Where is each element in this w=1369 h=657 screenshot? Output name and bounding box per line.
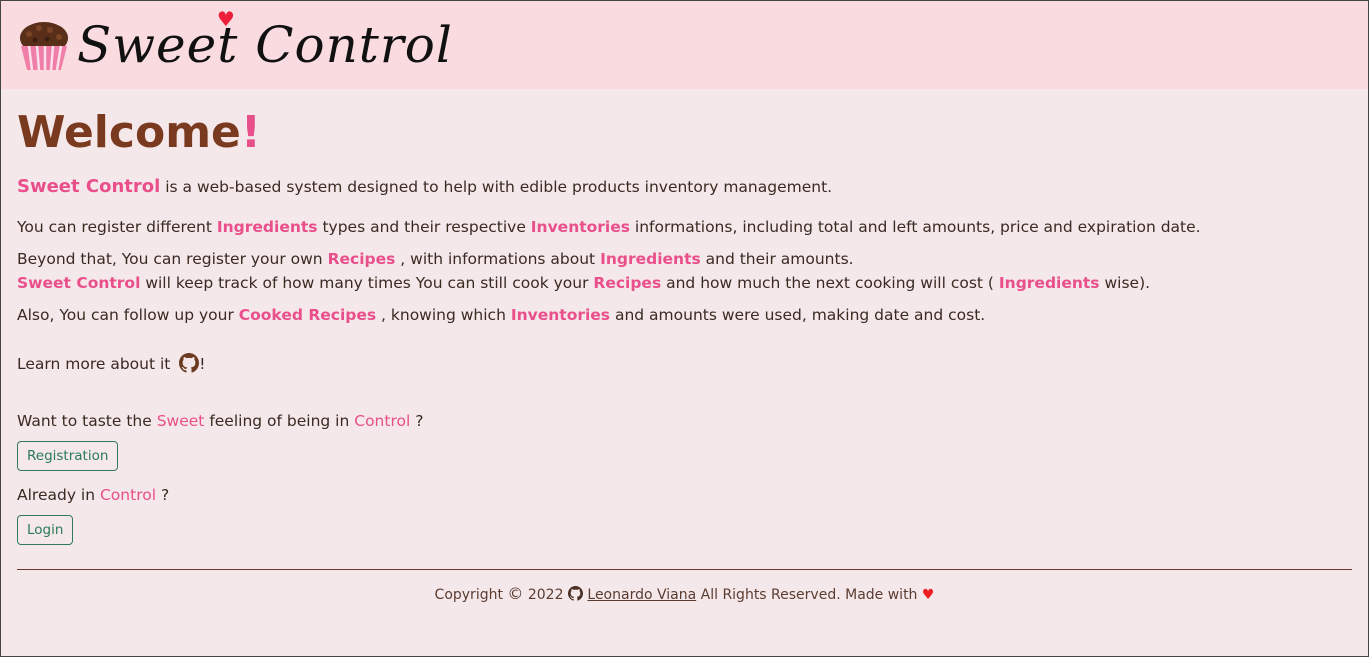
- registration-button[interactable]: Registration: [17, 441, 119, 471]
- login-button[interactable]: Login: [17, 515, 74, 545]
- page-title: Welcome!: [17, 107, 261, 158]
- author-link[interactable]: Leonardo Viana: [587, 587, 696, 603]
- logo[interactable]: Sweet Control ♥: [17, 7, 471, 74]
- brand-name: Sweet Control: [17, 176, 161, 197]
- taste-prompt: Want to taste the Sweet feeling of being…: [17, 412, 424, 430]
- cupcake-icon: [20, 22, 68, 71]
- ingredients-paragraph: You can register different Ingredients t…: [17, 218, 1201, 236]
- logo-heart-icon: ♥: [216, 7, 235, 31]
- logo-text: Sweet Control: [77, 16, 453, 74]
- recipes-paragraph: Beyond that, You can register your own R…: [17, 250, 1151, 292]
- learn-more: Learn more about it !: [17, 353, 206, 373]
- cooked-recipes-paragraph: Also, You can follow up your Cooked Reci…: [17, 306, 986, 324]
- top-bar: Sweet Control ♥: [1, 1, 1368, 89]
- copyright-icon: ©: [507, 584, 524, 603]
- github-icon[interactable]: [179, 353, 200, 373]
- github-icon: [567, 586, 583, 601]
- already-prompt: Already in Control ?: [17, 486, 170, 504]
- intro-paragraph: Sweet Control is a web-based system desi…: [17, 176, 833, 197]
- footer-divider: [17, 569, 1352, 570]
- footer: Copyright © 2022 Leonardo Viana All Righ…: [434, 584, 935, 603]
- main-content: Welcome! Sweet Control is a web-based sy…: [1, 89, 1368, 603]
- heart-icon: ♥: [921, 587, 935, 603]
